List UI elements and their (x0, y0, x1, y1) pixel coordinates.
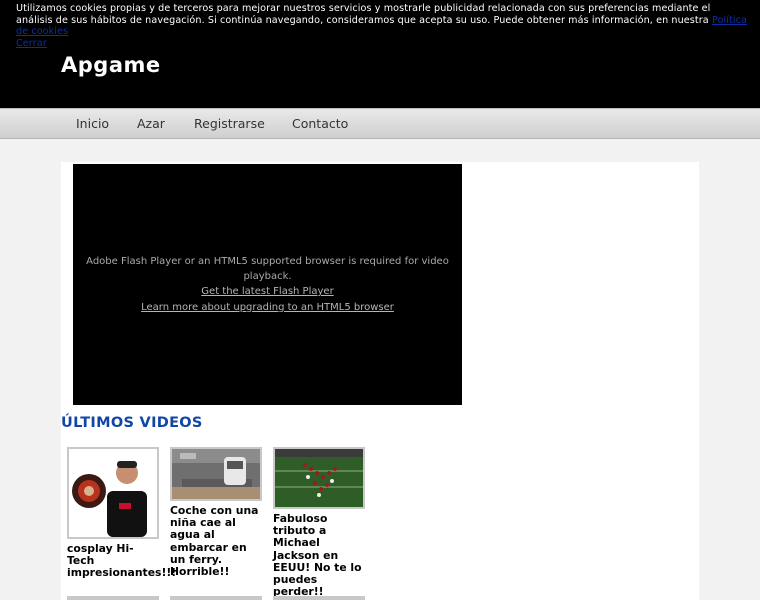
nav-item-registrarse[interactable]: Registrarse (194, 116, 265, 131)
latest-videos-heading: ÚLTIMOS VIDEOS (61, 415, 203, 431)
nav-item-azar[interactable]: Azar (137, 116, 165, 131)
cookie-close-link[interactable]: Cerrar (16, 38, 47, 49)
html5-browser-link[interactable]: Learn more about upgrading to an HTML5 b… (73, 300, 462, 315)
main-nav: Inicio Azar Registrarse Contacto (0, 108, 760, 139)
video-thumbnail[interactable] (273, 447, 365, 509)
video-thumbnail[interactable] (67, 447, 159, 539)
nav-item-inicio[interactable]: Inicio (76, 116, 109, 131)
video-title[interactable]: Coche con una niña cae al agua al embarc… (170, 504, 262, 578)
football-field-thumbnail-image (275, 449, 363, 507)
flash-player-link[interactable]: Get the latest Flash Player (73, 284, 462, 299)
video-card-next-row[interactable] (67, 596, 159, 600)
video-card-next-row[interactable] (273, 596, 365, 600)
video-thumbnail[interactable] (170, 447, 262, 501)
video-card-next-row[interactable] (170, 596, 262, 600)
cookie-notice-text: Utilizamos cookies propias y de terceros… (16, 3, 712, 26)
cosplay-thumbnail-image (69, 449, 157, 537)
site-header: Utilizamos cookies propias y de terceros… (0, 0, 760, 108)
video-title[interactable]: cosplay Hi-Tech impresionantes!!! (67, 542, 176, 580)
video-card[interactable]: Fabuloso tributo a Michael Jackson en EE… (273, 447, 365, 598)
video-card[interactable]: Coche con una niña cae al agua al embarc… (170, 447, 262, 578)
player-message-text: Adobe Flash Player or an HTML5 supported… (86, 256, 449, 283)
video-title[interactable]: Fabuloso tributo a Michael Jackson en EE… (273, 512, 365, 598)
nav-item-contacto[interactable]: Contacto (292, 116, 348, 131)
site-logo[interactable]: Apgame (61, 53, 161, 77)
cookie-notice: Utilizamos cookies propias y de terceros… (16, 3, 748, 49)
ferry-thumbnail-image (172, 449, 260, 499)
player-message: Adobe Flash Player or an HTML5 supported… (73, 254, 462, 315)
video-player[interactable]: Adobe Flash Player or an HTML5 supported… (73, 164, 462, 405)
video-card[interactable]: cosplay Hi-Tech impresionantes!!! (67, 447, 176, 580)
